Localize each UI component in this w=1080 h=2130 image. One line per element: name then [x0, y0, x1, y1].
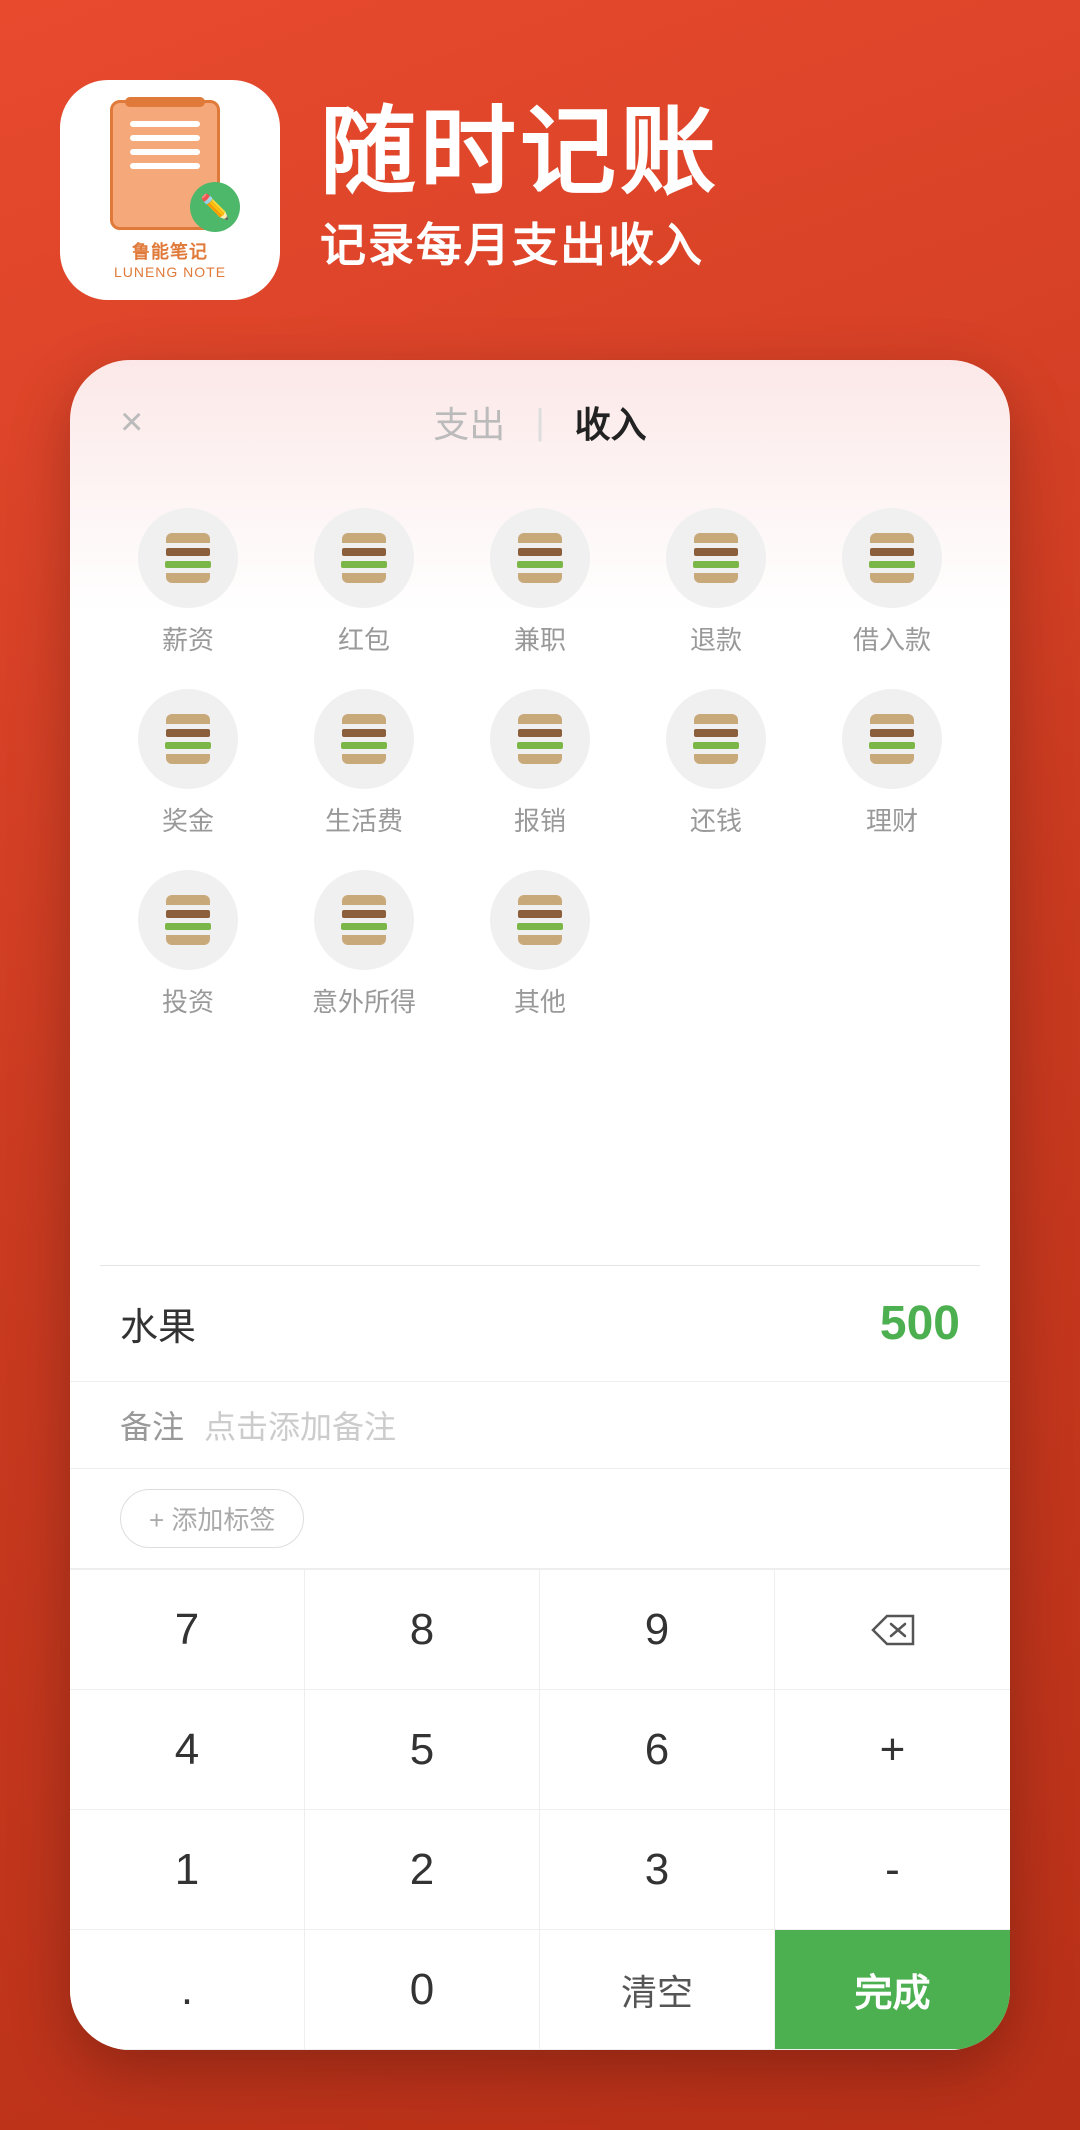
notepad-line [130, 135, 200, 141]
tab-divider: | [535, 401, 544, 443]
red-packet-icon [314, 508, 414, 608]
close-button[interactable]: × [120, 400, 143, 445]
salary-icon [138, 508, 238, 608]
clear-button[interactable]: 清空 [540, 1930, 775, 2050]
other-icon [490, 870, 590, 970]
key-9[interactable]: 9 [540, 1570, 775, 1690]
tab-group: 支出 | 收入 [433, 396, 646, 448]
plus-button[interactable]: + [775, 1690, 1010, 1810]
category-salary[interactable]: 薪资 [100, 492, 276, 673]
key-dot[interactable]: . [70, 1930, 305, 2050]
notepad-line [130, 121, 200, 127]
key-1[interactable]: 1 [70, 1810, 305, 1930]
amount-label: 水果 [120, 1296, 196, 1351]
key-3[interactable]: 3 [540, 1810, 775, 1930]
salary-label: 薪资 [162, 620, 214, 657]
note-prefix: 备注 [120, 1402, 184, 1448]
windfall-icon [314, 870, 414, 970]
app-title-main: 随时记账 [320, 105, 720, 201]
category-other[interactable]: 其他 [452, 854, 628, 1035]
part-time-icon [490, 508, 590, 608]
key-2[interactable]: 2 [305, 1810, 540, 1930]
app-subtitle-label: LUNENG NOTE [114, 264, 226, 280]
key-7[interactable]: 7 [70, 1570, 305, 1690]
category-refund[interactable]: 退款 [628, 492, 804, 673]
bonus-label: 奖金 [162, 801, 214, 838]
reimbursement-label: 报销 [514, 801, 566, 838]
app-icon-graphic: ✏️ [100, 100, 240, 232]
category-grid: 薪资 红包 兼职 退款 借入款 [70, 472, 1010, 1065]
notepad-line [130, 163, 200, 169]
amount-row: 水果 500 [70, 1266, 1010, 1381]
category-borrow[interactable]: 借入款 [804, 492, 980, 673]
part-time-label: 兼职 [514, 620, 566, 657]
borrow-label: 借入款 [853, 620, 931, 657]
app-icon: ✏️ 鲁能笔记 LUNENG NOTE [60, 80, 280, 300]
note-placeholder: 点击添加备注 [204, 1402, 396, 1448]
bonus-icon [138, 689, 238, 789]
done-button[interactable]: 完成 [775, 1930, 1010, 2050]
key-6[interactable]: 6 [540, 1690, 775, 1810]
app-name-label: 鲁能笔记 [132, 238, 208, 264]
key-5[interactable]: 5 [305, 1690, 540, 1810]
modal-top-bar: × 支出 | 收入 [70, 360, 1010, 472]
tab-income[interactable]: 收入 [575, 396, 647, 448]
backspace-button[interactable] [775, 1570, 1010, 1690]
pencil-icon: ✏️ [190, 182, 240, 232]
income-expense-modal: × 支出 | 收入 薪资 红包 兼职 [70, 360, 1010, 2050]
category-windfall[interactable]: 意外所得 [276, 854, 452, 1035]
note-row[interactable]: 备注 点击添加备注 [70, 1381, 1010, 1469]
tag-row: + 添加标签 [70, 1469, 1010, 1569]
finance-label: 理财 [866, 801, 918, 838]
windfall-label: 意外所得 [312, 982, 416, 1019]
empty-space [70, 1065, 1010, 1265]
category-invest[interactable]: 投资 [100, 854, 276, 1035]
amount-value: 500 [880, 1296, 960, 1351]
red-packet-label: 红包 [338, 620, 390, 657]
refund-label: 退款 [690, 620, 742, 657]
borrow-icon [842, 508, 942, 608]
category-bonus[interactable]: 奖金 [100, 673, 276, 854]
other-label: 其他 [514, 982, 566, 1019]
category-red-packet[interactable]: 红包 [276, 492, 452, 673]
category-repay[interactable]: 还钱 [628, 673, 804, 854]
refund-icon [666, 508, 766, 608]
category-reimbursement[interactable]: 报销 [452, 673, 628, 854]
living-icon [314, 689, 414, 789]
repay-label: 还钱 [690, 801, 742, 838]
header: ✏️ 鲁能笔记 LUNENG NOTE 随时记账 记录每月支出收入 [60, 80, 1020, 300]
living-label: 生活费 [325, 801, 403, 838]
key-0[interactable]: 0 [305, 1930, 540, 2050]
key-8[interactable]: 8 [305, 1570, 540, 1690]
numpad: 7 8 9 4 5 6 + 1 2 3 - . 0 清空 完成 [70, 1569, 1010, 2050]
app-title-sub: 记录每月支出收入 [320, 209, 720, 275]
category-part-time[interactable]: 兼职 [452, 492, 628, 673]
notepad-line [130, 149, 200, 155]
repay-icon [666, 689, 766, 789]
minus-button[interactable]: - [775, 1810, 1010, 1930]
add-tag-button[interactable]: + 添加标签 [120, 1489, 304, 1548]
tab-expense[interactable]: 支出 [433, 396, 505, 448]
key-4[interactable]: 4 [70, 1690, 305, 1810]
reimbursement-icon [490, 689, 590, 789]
finance-icon [842, 689, 942, 789]
category-living[interactable]: 生活费 [276, 673, 452, 854]
invest-label: 投资 [162, 982, 214, 1019]
invest-icon [138, 870, 238, 970]
app-title-area: 随时记账 记录每月支出收入 [320, 105, 720, 275]
category-finance[interactable]: 理财 [804, 673, 980, 854]
